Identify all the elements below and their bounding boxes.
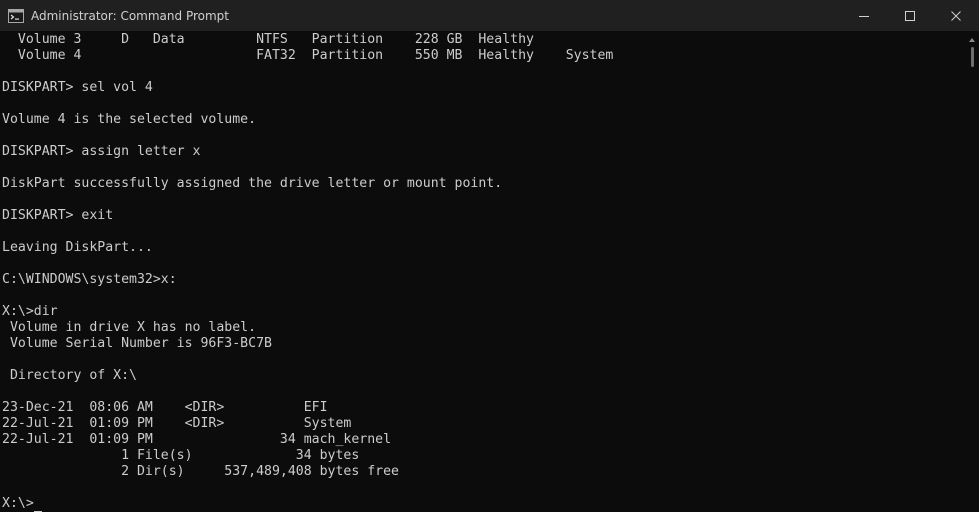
console-line: DISKPART> sel vol 4	[2, 80, 153, 95]
close-button[interactable]	[933, 0, 979, 31]
vertical-scrollbar[interactable]	[966, 31, 979, 512]
console-line: 22-Jul-21 01:09 PM <DIR> System	[2, 416, 352, 431]
console-line: DISKPART> exit	[2, 208, 114, 223]
console-line: Volume 3 D Data NTFS Partition 228 GB He…	[2, 32, 534, 47]
cmd-icon	[8, 8, 24, 23]
console-line: Volume 4 FAT32 Partition 550 MB Healthy …	[2, 48, 614, 63]
window-controls	[841, 0, 979, 31]
title-bar[interactable]: Administrator: Command Prompt	[0, 0, 979, 31]
window-title: Administrator: Command Prompt	[31, 8, 229, 23]
command-prompt-window: Administrator: Command Prompt Volume 3 D	[0, 0, 979, 512]
minimize-icon	[859, 15, 869, 17]
console-line: 23-Dec-21 08:06 AM <DIR> EFI	[2, 400, 328, 415]
console-line: DISKPART> assign letter x	[2, 144, 201, 159]
minimize-button[interactable]	[841, 0, 887, 31]
scroll-up-arrow-icon[interactable]	[969, 38, 975, 42]
console-prompt-line: X:\>	[2, 496, 34, 511]
console-line: Volume Serial Number is 96F3-BC7B	[2, 336, 272, 351]
maximize-button[interactable]	[887, 0, 933, 31]
console-line: C:\WINDOWS\system32>x:	[2, 272, 177, 287]
console-line: 1 File(s) 34 bytes	[2, 448, 360, 463]
console-line: Volume 4 is the selected volume.	[2, 112, 257, 127]
console-output[interactable]: Volume 3 D Data NTFS Partition 228 GB He…	[0, 31, 966, 512]
console-line: 2 Dir(s) 537,489,408 bytes free	[2, 464, 399, 479]
console-line: DiskPart successfully assigned the drive…	[2, 176, 503, 191]
scrollbar-thumb[interactable]	[971, 47, 974, 67]
console-line: Leaving DiskPart...	[2, 240, 153, 255]
console-line: Volume in drive X has no label.	[2, 320, 257, 335]
maximize-icon	[905, 10, 915, 21]
console-line: X:\>dir	[2, 304, 58, 319]
close-icon	[951, 10, 961, 21]
console-line: 22-Jul-21 01:09 PM 34 mach_kernel	[2, 432, 392, 447]
console-line: Directory of X:\	[2, 368, 137, 383]
